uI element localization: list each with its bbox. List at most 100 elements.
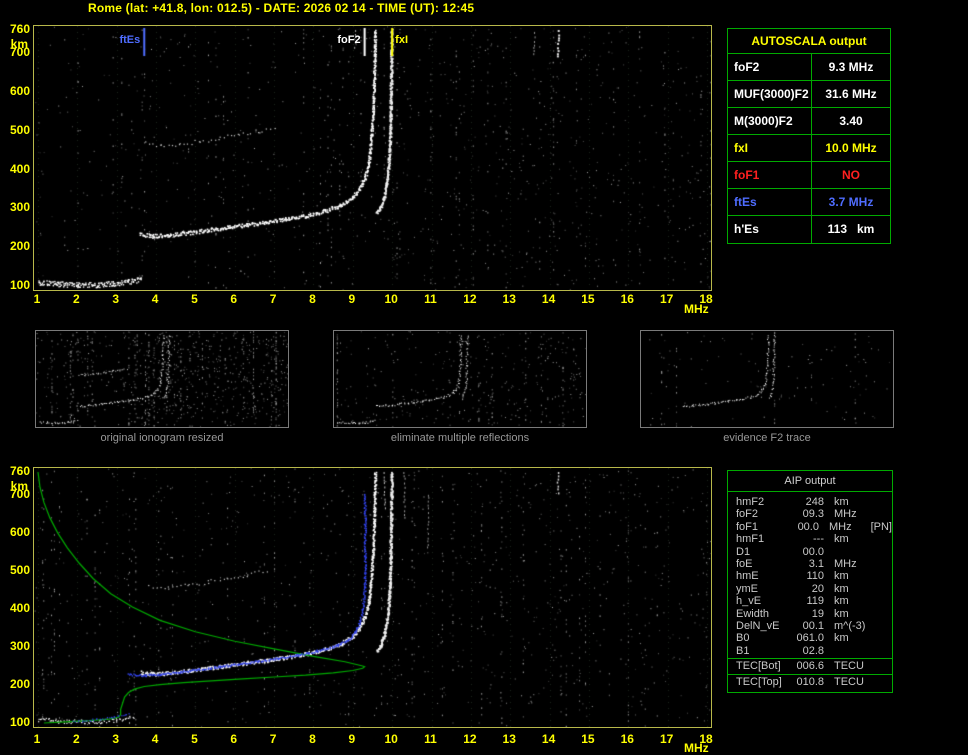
aip-separator: [728, 673, 892, 675]
aip-row-hmF2: hmF2 248 km: [728, 496, 892, 508]
x-tick-4: 4: [151, 732, 159, 746]
aip-row-B0: B0 061.0 km: [728, 632, 892, 644]
aip-label: foE: [736, 558, 753, 571]
aip-value: 20: [811, 582, 824, 595]
thumbnail-canvas-3: [641, 331, 893, 427]
aip-unit: m^(-3): [834, 620, 866, 633]
autoscala-screen: Rome (lat: +41.8, lon: 012.5) - DATE: 20…: [0, 0, 968, 755]
marker-label-fxI: fxI: [395, 34, 409, 46]
aip-label: B1: [736, 644, 750, 657]
x-tick-9: 9: [348, 732, 356, 746]
thumbnail-1: [35, 330, 289, 428]
aip-row-B1: B1 02.8: [728, 645, 892, 657]
aip-label: ymE: [736, 582, 758, 595]
x-tick-14: 14: [541, 732, 556, 746]
y-tick-600: 600: [9, 84, 30, 99]
aip-label: D1: [736, 545, 751, 558]
x-tick-7: 7: [269, 292, 277, 306]
aip-table-title: AIP output: [728, 471, 892, 492]
y-tick-400: 400: [9, 161, 30, 176]
autoscala-row-value: 31.6 MHz: [825, 87, 877, 101]
aip-unit: MHz: [828, 520, 852, 533]
aip-value: 19: [811, 607, 824, 620]
ionogram-canvas-bottom: [34, 468, 711, 727]
aip-row-hmF1: hmF1 --- km: [728, 533, 892, 545]
thumbnail-canvas-2: [334, 331, 586, 427]
ionogram-plot-bottom: [33, 467, 712, 728]
x-tick-6: 6: [230, 732, 238, 746]
autoscala-row-value: 113 km: [827, 222, 875, 236]
aip-unit: [834, 546, 876, 558]
y-tick-700: 700: [9, 45, 30, 60]
x-tick-13: 13: [502, 732, 516, 746]
y-tick-400: 400: [9, 600, 30, 615]
aip-value: ---: [813, 533, 824, 546]
x-tick-5: 5: [191, 732, 198, 746]
aip-value: 3.1: [808, 558, 824, 571]
aip-value: 061.0: [796, 632, 824, 645]
aip-label: h_vE: [736, 595, 762, 608]
x-tick-10: 10: [384, 732, 398, 746]
aip-tec-rows: TEC[Bot] 006.6 TECU TEC[Top] 010.8 TECU: [728, 658, 892, 688]
y-tick-700: 700: [9, 486, 30, 501]
x-tick-18: 18: [699, 292, 713, 306]
x-tick-17: 17: [659, 732, 674, 746]
autoscala-row-foF2: foF2 9.3 MHz: [728, 54, 890, 81]
aip-value: 006.6: [796, 660, 824, 673]
x-tick-17: 17: [659, 292, 674, 306]
y-tick-500: 500: [9, 122, 30, 137]
y-tick-200: 200: [9, 676, 30, 691]
x-tick-5: 5: [191, 292, 198, 306]
autoscala-output-table: AUTOSCALA output foF2 9.3 MHz MUF(3000)F2 3…: [727, 28, 891, 244]
autoscala-row-label: fxI: [728, 135, 812, 161]
autoscala-row-MUF(3000)F2: MUF(3000)F2 31.6 MHz: [728, 81, 890, 108]
autoscala-row-label: h'Es: [728, 216, 812, 243]
x-tick-12: 12: [463, 292, 477, 306]
aip-label: hmE: [736, 570, 759, 583]
autoscala-row-label: MUF(3000)F2: [728, 81, 812, 107]
aip-value: 02.8: [802, 644, 824, 657]
x-tick-8: 8: [309, 732, 316, 746]
thumbnail-canvas-1: [36, 331, 288, 427]
aip-row-foF2: foF2 09.3 MHz: [728, 508, 892, 520]
autoscala-row-label: M(3000)F2: [728, 108, 812, 134]
x-tick-4: 4: [151, 292, 159, 306]
aip-value: 010.8: [796, 675, 824, 688]
marker-label-ftEs: ftEs: [119, 34, 141, 46]
x-tick-16: 16: [620, 292, 634, 306]
x-tick-1: 1: [33, 292, 41, 306]
x-tick-3: 3: [112, 292, 120, 306]
autoscala-table-title: AUTOSCALA output: [728, 29, 890, 54]
x-tick-11: 11: [424, 732, 437, 746]
aip-label: TEC[Bot]: [736, 660, 781, 673]
aip-note: [PN]: [870, 520, 892, 533]
thumbnail-caption-1: original ionogram resized: [100, 432, 224, 444]
thumbnail-3: [640, 330, 894, 428]
y-tick-500: 500: [9, 562, 30, 577]
x-tick-18: 18: [699, 732, 713, 746]
aip-unit: km: [834, 582, 849, 595]
aip-value: 00.0: [797, 520, 819, 533]
x-tick-10: 10: [384, 292, 398, 306]
autoscala-row-value: 3.7 MHz: [828, 195, 874, 209]
aip-unit: MHz: [834, 508, 857, 521]
aip-unit: km: [834, 533, 849, 546]
x-tick-12: 12: [463, 732, 477, 746]
autoscala-row-label: ftEs: [728, 189, 812, 215]
x-tick-7: 7: [269, 732, 277, 746]
aip-unit: TECU: [834, 660, 864, 673]
autoscala-table-rows: foF2 9.3 MHz MUF(3000)F2 31.6 MHz M(3000)F2 3…: [728, 54, 890, 243]
autoscala-row-value: 9.3 MHz: [828, 60, 874, 74]
aip-unit: km: [834, 607, 849, 620]
x-tick-15: 15: [581, 732, 595, 746]
autoscala-row-label: foF2: [728, 54, 812, 80]
autoscala-row-value: 10.0 MHz: [825, 141, 877, 155]
x-tick-15: 15: [581, 292, 595, 306]
x-tick-6: 6: [230, 292, 238, 306]
aip-table-rows: hmF2 248 km foF2 09.3 MHz foF1 00.0 MHz [PN] hmF1 -…: [728, 492, 892, 657]
thumbnail-caption-3: evidence F2 trace: [723, 432, 811, 444]
aip-row-TEC[Top]: TEC[Top] 010.8 TECU: [728, 676, 892, 688]
y-tick-300: 300: [9, 638, 30, 653]
aip-output-table: AIP output hmF2 248 km foF2 09.3 MHz foF1 00.0 M…: [727, 470, 893, 694]
autoscala-row-fxI: fxI 10.0 MHz: [728, 135, 890, 162]
